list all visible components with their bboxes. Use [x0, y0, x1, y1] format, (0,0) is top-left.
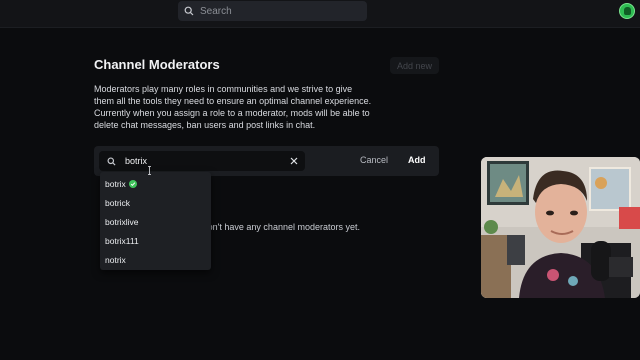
suggestion-item[interactable]: botrixlive	[100, 212, 211, 231]
text-cursor-icon	[148, 166, 151, 175]
add-button[interactable]: Add	[408, 155, 426, 165]
description-line: Moderators play many roles in communitie…	[94, 84, 353, 94]
page-title: Channel Moderators	[94, 57, 220, 72]
global-search-input[interactable]	[200, 5, 350, 17]
close-icon[interactable]	[289, 156, 299, 166]
search-icon	[184, 6, 194, 16]
global-search[interactable]	[178, 1, 367, 21]
page-description: Moderators play many roles in communitie…	[94, 83, 394, 131]
cancel-button[interactable]: Cancel	[360, 155, 388, 165]
description-line: delete chat messages, ban users and post…	[94, 120, 316, 130]
moderator-search-input[interactable]	[125, 156, 285, 166]
suggestion-item[interactable]: botrix	[100, 174, 211, 193]
avatar-icon[interactable]	[619, 3, 635, 19]
suggestion-item[interactable]: botrick	[100, 193, 211, 212]
empty-state-message: You don't have any channel moderators ye…	[200, 222, 360, 232]
verified-icon	[128, 179, 137, 188]
description-line: Currently when you assign a role to a mo…	[94, 108, 370, 118]
webcam-overlay	[481, 157, 640, 298]
add-new-button[interactable]: Add new	[390, 57, 439, 74]
suggestion-item[interactable]: botrix111	[100, 232, 211, 251]
moderator-search-field[interactable]	[99, 151, 305, 171]
webcam-scene	[481, 157, 640, 298]
username-suggestions-dropdown: botrix botrick botrixlive botrix111 notr…	[100, 172, 211, 270]
suggestion-item[interactable]: notrix	[100, 251, 211, 270]
top-navigation-bar	[0, 0, 640, 28]
search-icon	[107, 156, 116, 166]
description-line: them all the tools they need to ensure a…	[94, 96, 372, 106]
